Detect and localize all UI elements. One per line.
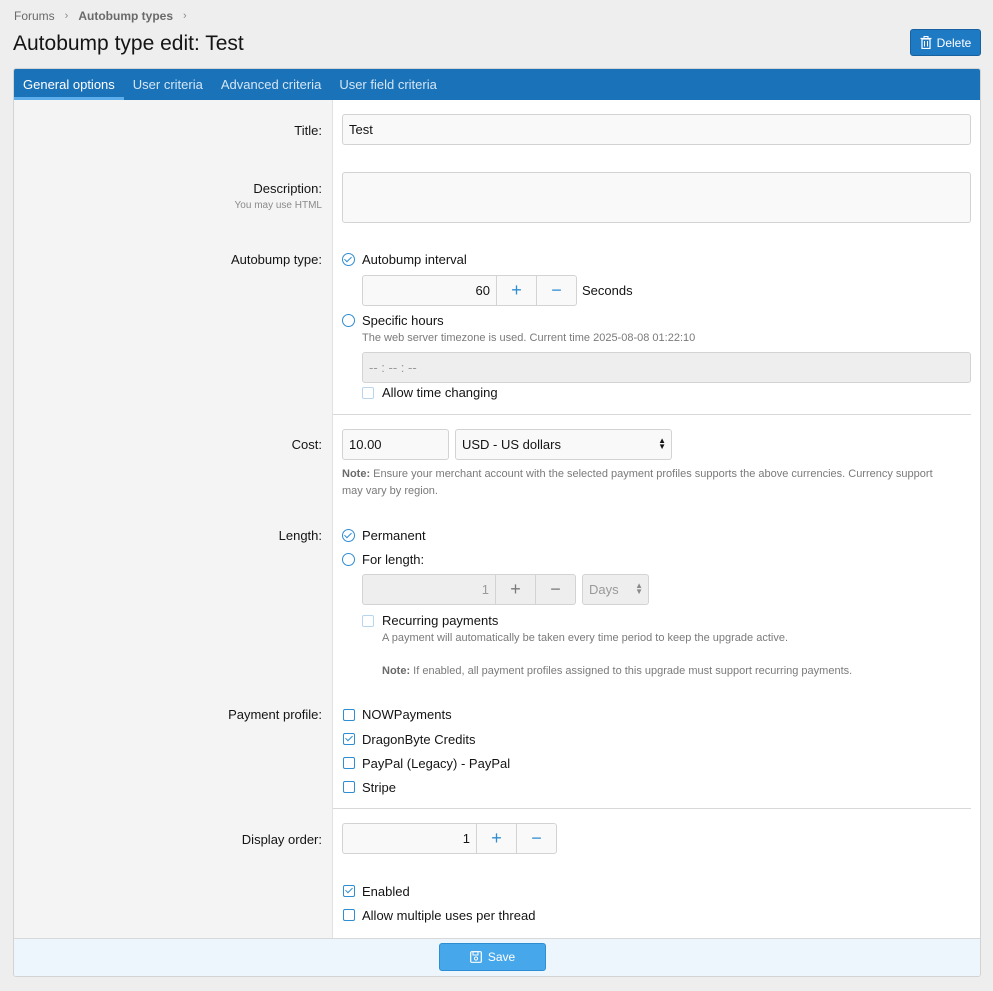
display-order-stepper[interactable]: 1 + − xyxy=(342,823,557,854)
display-order-label: Display order: xyxy=(241,832,322,847)
plus-icon[interactable]: + xyxy=(495,575,535,604)
divider xyxy=(333,414,971,415)
autobump-interval-radio[interactable] xyxy=(342,253,355,266)
title-input[interactable]: Test xyxy=(342,114,971,145)
cost-input[interactable]: 10.00 xyxy=(342,429,449,460)
form-body: Title: Test Description: You may use HTM… xyxy=(14,100,980,938)
payment-dragonbyte-checkbox[interactable] xyxy=(343,733,355,745)
delete-button[interactable]: Delete xyxy=(910,29,981,56)
page-title: Autobump type edit: Test xyxy=(13,32,244,55)
title-label: Title: xyxy=(294,123,322,138)
plus-icon[interactable]: + xyxy=(496,276,536,305)
length-value[interactable]: 1 xyxy=(363,575,495,604)
recurring-note: Note: If enabled, all payment profiles a… xyxy=(382,663,852,680)
permanent-label: Permanent xyxy=(362,528,426,543)
payment-stripe-checkbox[interactable] xyxy=(343,781,355,793)
tab-advanced-criteria[interactable]: Advanced criteria xyxy=(212,69,330,100)
autobump-type-label: Autobump type: xyxy=(230,252,322,267)
trash-icon xyxy=(920,36,932,49)
delete-button-label: Delete xyxy=(936,35,972,50)
autobump-interval-label: Autobump interval xyxy=(362,252,467,267)
recurring-note-bold: Note: xyxy=(382,665,411,677)
breadcrumb-forums[interactable]: Forums xyxy=(14,9,55,23)
specific-hours-label: Specific hours xyxy=(362,313,444,328)
save-button[interactable]: Save xyxy=(439,943,546,971)
interval-unit: Seconds xyxy=(582,283,633,298)
tab-general-options[interactable]: General options xyxy=(14,69,124,100)
payment-nowpayments-checkbox[interactable] xyxy=(343,709,355,721)
for-length-label: For length: xyxy=(362,552,425,567)
breadcrumb: Forums › Autobump types › xyxy=(14,9,197,23)
chevron-right-icon: › xyxy=(183,10,187,22)
description-label: Description: xyxy=(253,181,322,196)
cost-note-bold: Note: xyxy=(342,468,371,480)
minus-icon[interactable]: − xyxy=(535,575,575,604)
recurring-note-text: If enabled, all payment profiles assigne… xyxy=(410,665,853,677)
payment-stripe-label: Stripe xyxy=(362,780,396,795)
select-arrows-icon: ▲ ▼ xyxy=(658,436,666,451)
specific-hours-hint: The web server timezone is used. Current… xyxy=(362,332,696,344)
allow-multiple-label: Allow multiple uses per thread xyxy=(362,908,536,923)
payment-nowpayments-label: NOWPayments xyxy=(362,707,452,722)
payment-paypal-checkbox[interactable] xyxy=(343,757,355,769)
payment-profile-label: Payment profile: xyxy=(228,707,322,722)
for-length-radio[interactable] xyxy=(342,553,355,566)
recurring-hint: A payment will automatically be taken ev… xyxy=(382,632,789,644)
allow-time-changing-label: Allow time changing xyxy=(382,385,498,400)
length-label: Length: xyxy=(278,528,322,543)
cost-label: Cost: xyxy=(291,437,322,452)
save-button-label: Save xyxy=(487,950,516,964)
cost-note: Note: Ensure your merchant account with … xyxy=(342,466,933,483)
enabled-label: Enabled xyxy=(362,884,410,899)
form-footer: Save xyxy=(14,938,980,976)
edit-form: General options User criteria Advanced c… xyxy=(13,68,981,977)
currency-select[interactable]: USD - US dollars ▲ ▼ xyxy=(455,429,672,460)
label-column xyxy=(14,100,333,938)
interval-stepper[interactable]: 60 + − xyxy=(362,275,577,306)
enabled-checkbox[interactable] xyxy=(343,885,355,897)
minus-icon[interactable]: − xyxy=(536,276,576,305)
cost-note-text: Ensure your merchant account with the se… xyxy=(370,468,933,480)
divider xyxy=(333,808,971,809)
currency-value: USD - US dollars xyxy=(462,437,561,452)
permanent-radio[interactable] xyxy=(342,529,355,542)
specific-hours-radio[interactable] xyxy=(342,314,355,327)
minus-icon[interactable]: − xyxy=(516,824,556,853)
payment-dragonbyte-label: DragonByte Credits xyxy=(362,732,476,747)
time-input[interactable]: -- : -- : -- xyxy=(362,352,971,383)
recurring-payments-checkbox[interactable] xyxy=(362,615,374,627)
recurring-payments-label: Recurring payments xyxy=(382,613,499,628)
save-icon xyxy=(469,951,482,963)
length-stepper[interactable]: 1 + − xyxy=(362,574,576,605)
tab-bar: General options User criteria Advanced c… xyxy=(14,69,980,100)
interval-value[interactable]: 60 xyxy=(363,276,496,305)
breadcrumb-autobump-types[interactable]: Autobump types xyxy=(78,9,173,23)
description-textarea[interactable] xyxy=(342,172,971,223)
cost-note-line2: may vary by region. xyxy=(342,485,438,497)
length-unit-select[interactable]: Days ▲ ▼ xyxy=(582,574,649,605)
length-unit-value: Days xyxy=(589,582,619,597)
chevron-right-icon: › xyxy=(64,10,69,22)
plus-icon[interactable]: + xyxy=(476,824,516,853)
payment-paypal-label: PayPal (Legacy) - PayPal xyxy=(362,756,511,771)
tab-user-field-criteria[interactable]: User field criteria xyxy=(330,69,446,100)
allow-multiple-checkbox[interactable] xyxy=(343,909,355,921)
tab-user-criteria[interactable]: User criteria xyxy=(124,69,212,100)
display-order-value[interactable]: 1 xyxy=(343,824,476,853)
select-arrows-icon: ▲ ▼ xyxy=(635,581,643,596)
description-hint: You may use HTML xyxy=(234,200,322,211)
allow-time-changing-checkbox[interactable] xyxy=(362,387,374,399)
